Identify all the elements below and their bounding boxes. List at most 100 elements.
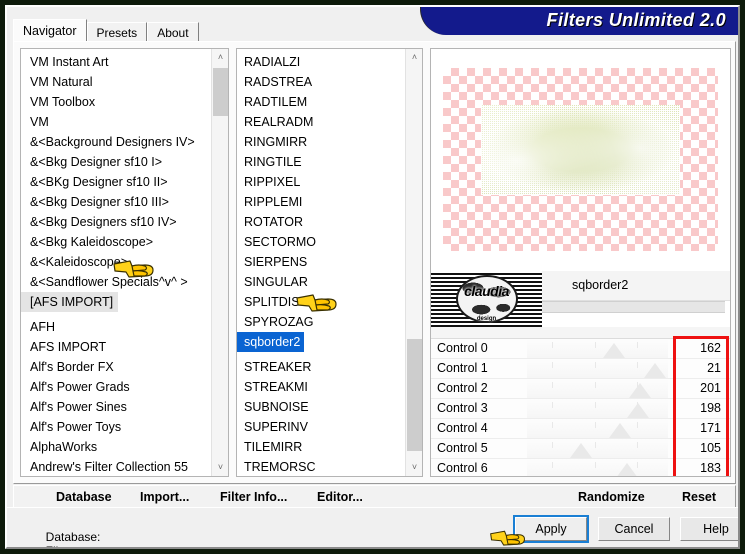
list-item[interactable]: VM: [21, 112, 211, 132]
control-slider-thumb[interactable]: [628, 383, 651, 398]
list-item[interactable]: STREAKMI: [237, 377, 405, 397]
scroll-up-icon[interactable]: ˄: [406, 49, 422, 66]
list-item[interactable]: VM Instant Art: [21, 52, 211, 72]
list-item[interactable]: &<Background Designers IV>: [21, 132, 211, 152]
control-slider-thumb[interactable]: [644, 363, 667, 378]
slider-tick: [552, 442, 554, 448]
filters-unlimited-window: Filters Unlimited 2.0 Navigator Presets …: [5, 5, 740, 549]
list-item[interactable]: SPYROZAG: [237, 312, 405, 332]
menu-reset[interactable]: Reset: [682, 490, 716, 504]
scroll-down-icon[interactable]: ˅: [212, 459, 228, 476]
list-item[interactable]: AFH: [21, 317, 211, 337]
list-item[interactable]: &<Bkg Kaleidoscope>: [21, 232, 211, 252]
control-value[interactable]: 171: [677, 421, 721, 435]
list-item[interactable]: SIERPENS: [237, 252, 405, 272]
control-value[interactable]: 198: [677, 401, 721, 415]
control-slider-track[interactable]: [527, 419, 668, 438]
control-value[interactable]: 201: [677, 381, 721, 395]
list-item[interactable]: TREMORSC: [237, 457, 405, 476]
list-item[interactable]: RADTILEM: [237, 92, 405, 112]
list-item[interactable]: &<Sandflower Specials^v^ >: [21, 272, 211, 292]
list-item[interactable]: &<Bkg Designer sf10 I>: [21, 152, 211, 172]
tab-navigator-label: Navigator: [23, 24, 77, 38]
menu-randomize[interactable]: Randomize: [578, 490, 645, 504]
control-value[interactable]: 162: [677, 341, 721, 355]
navigator-panel: VM Instant Art VM Natural VM Toolbox VM &<Ba…: [13, 41, 736, 484]
filter-listbox[interactable]: RADIALZI RADSTREA RADTILEM REALRADM RINGMIRR…: [236, 48, 423, 477]
control-slider-track[interactable]: [527, 339, 668, 358]
category-scrollbar[interactable]: ˄ ˅: [211, 49, 228, 476]
list-item[interactable]: RADIALZI: [237, 52, 405, 72]
controls-header-strip: [431, 327, 730, 339]
control-row: Control 5 105: [431, 439, 730, 459]
control-slider-thumb[interactable]: [569, 443, 592, 458]
app-title: Filters Unlimited 2.0: [546, 10, 726, 30]
category-listbox[interactable]: VM Instant Art VM Natural VM Toolbox VM &<Ba…: [20, 48, 229, 477]
filter-scrollbar[interactable]: ˄ ˅: [405, 49, 422, 476]
scroll-down-icon[interactable]: ˅: [406, 459, 422, 476]
help-button[interactable]: Help: [680, 517, 738, 541]
list-item[interactable]: AFS IMPORT: [21, 337, 211, 357]
control-slider-track[interactable]: [527, 399, 668, 418]
tab-navigator[interactable]: Navigator: [13, 19, 87, 41]
menu-import[interactable]: Import...: [140, 490, 189, 504]
control-slider-thumb[interactable]: [616, 463, 639, 476]
tab-about[interactable]: About: [147, 22, 199, 41]
tab-presets[interactable]: Presets: [86, 22, 148, 41]
list-item[interactable]: &<BKg Designer sf10 II>: [21, 172, 211, 192]
category-scrollbar-thumb[interactable]: [213, 68, 228, 116]
list-item[interactable]: &<Bkg Designers sf10 IV>: [21, 212, 211, 232]
list-item[interactable]: AlphaWorks: [21, 437, 211, 457]
control-slider-track[interactable]: [527, 379, 668, 398]
list-item[interactable]: RINGMIRR: [237, 132, 405, 152]
control-slider-track[interactable]: [527, 439, 668, 458]
list-item[interactable]: SECTORMO: [237, 232, 405, 252]
control-slider-thumb[interactable]: [609, 423, 632, 438]
list-item[interactable]: RADSTREA: [237, 72, 405, 92]
list-item[interactable]: ROTATOR: [237, 212, 405, 232]
menu-database[interactable]: Database: [56, 490, 112, 504]
list-item[interactable]: &<Kaleidoscope>: [21, 252, 211, 272]
filter-scrollbar-thumb[interactable]: [407, 339, 422, 451]
apply-button[interactable]: Apply: [513, 515, 589, 543]
list-item[interactable]: Alf's Border FX: [21, 357, 211, 377]
list-item[interactable]: sqborder2: [237, 332, 305, 352]
slider-tick: [594, 342, 596, 348]
list-item[interactable]: Andrew's Filter Collection 55: [21, 457, 211, 476]
list-item[interactable]: RINGTILE: [237, 152, 405, 172]
control-slider-thumb[interactable]: [603, 343, 626, 358]
scroll-up-icon[interactable]: ˄: [212, 49, 228, 66]
list-item[interactable]: SINGULAR: [237, 272, 405, 292]
control-row: Control 2 201: [431, 379, 730, 399]
preview-image-area[interactable]: [431, 49, 730, 271]
control-value[interactable]: 21: [677, 361, 721, 375]
list-item[interactable]: VM Toolbox: [21, 92, 211, 112]
list-item[interactable]: RIPPLEMI: [237, 192, 405, 212]
list-item[interactable]: SUPERINV: [237, 417, 405, 437]
control-label: Control 0: [437, 341, 488, 355]
control-slider-track[interactable]: [527, 459, 668, 476]
filter-list-items: RADIALZI RADSTREA RADTILEM REALRADM RINGMIRR…: [237, 49, 405, 476]
list-item[interactable]: RIPPIXEL: [237, 172, 405, 192]
list-item[interactable]: STREAKER: [237, 357, 405, 377]
status-filters-label: Filters:: [46, 544, 82, 547]
control-value[interactable]: 183: [677, 461, 721, 475]
list-item[interactable]: Alf's Power Sines: [21, 397, 211, 417]
list-item[interactable]: SPLITDIS: [237, 292, 405, 312]
cancel-button[interactable]: Cancel: [598, 517, 670, 541]
list-item[interactable]: [AFS IMPORT]: [21, 292, 119, 312]
list-item[interactable]: Alf's Power Grads: [21, 377, 211, 397]
list-item[interactable]: SUBNOISE: [237, 397, 405, 417]
menu-filter-info[interactable]: Filter Info...: [220, 490, 287, 504]
list-item[interactable]: REALRADM: [237, 112, 405, 132]
list-item[interactable]: TILEMIRR: [237, 437, 405, 457]
list-item[interactable]: Alf's Power Toys: [21, 417, 211, 437]
menu-editor[interactable]: Editor...: [317, 490, 363, 504]
control-value[interactable]: 105: [677, 441, 721, 455]
slider-tick: [552, 462, 554, 468]
list-item[interactable]: &<Bkg Designer sf10 III>: [21, 192, 211, 212]
control-slider-thumb[interactable]: [627, 403, 650, 418]
control-slider-track[interactable]: [527, 359, 668, 378]
list-item[interactable]: VM Natural: [21, 72, 211, 92]
tab-about-label: About: [157, 26, 189, 40]
